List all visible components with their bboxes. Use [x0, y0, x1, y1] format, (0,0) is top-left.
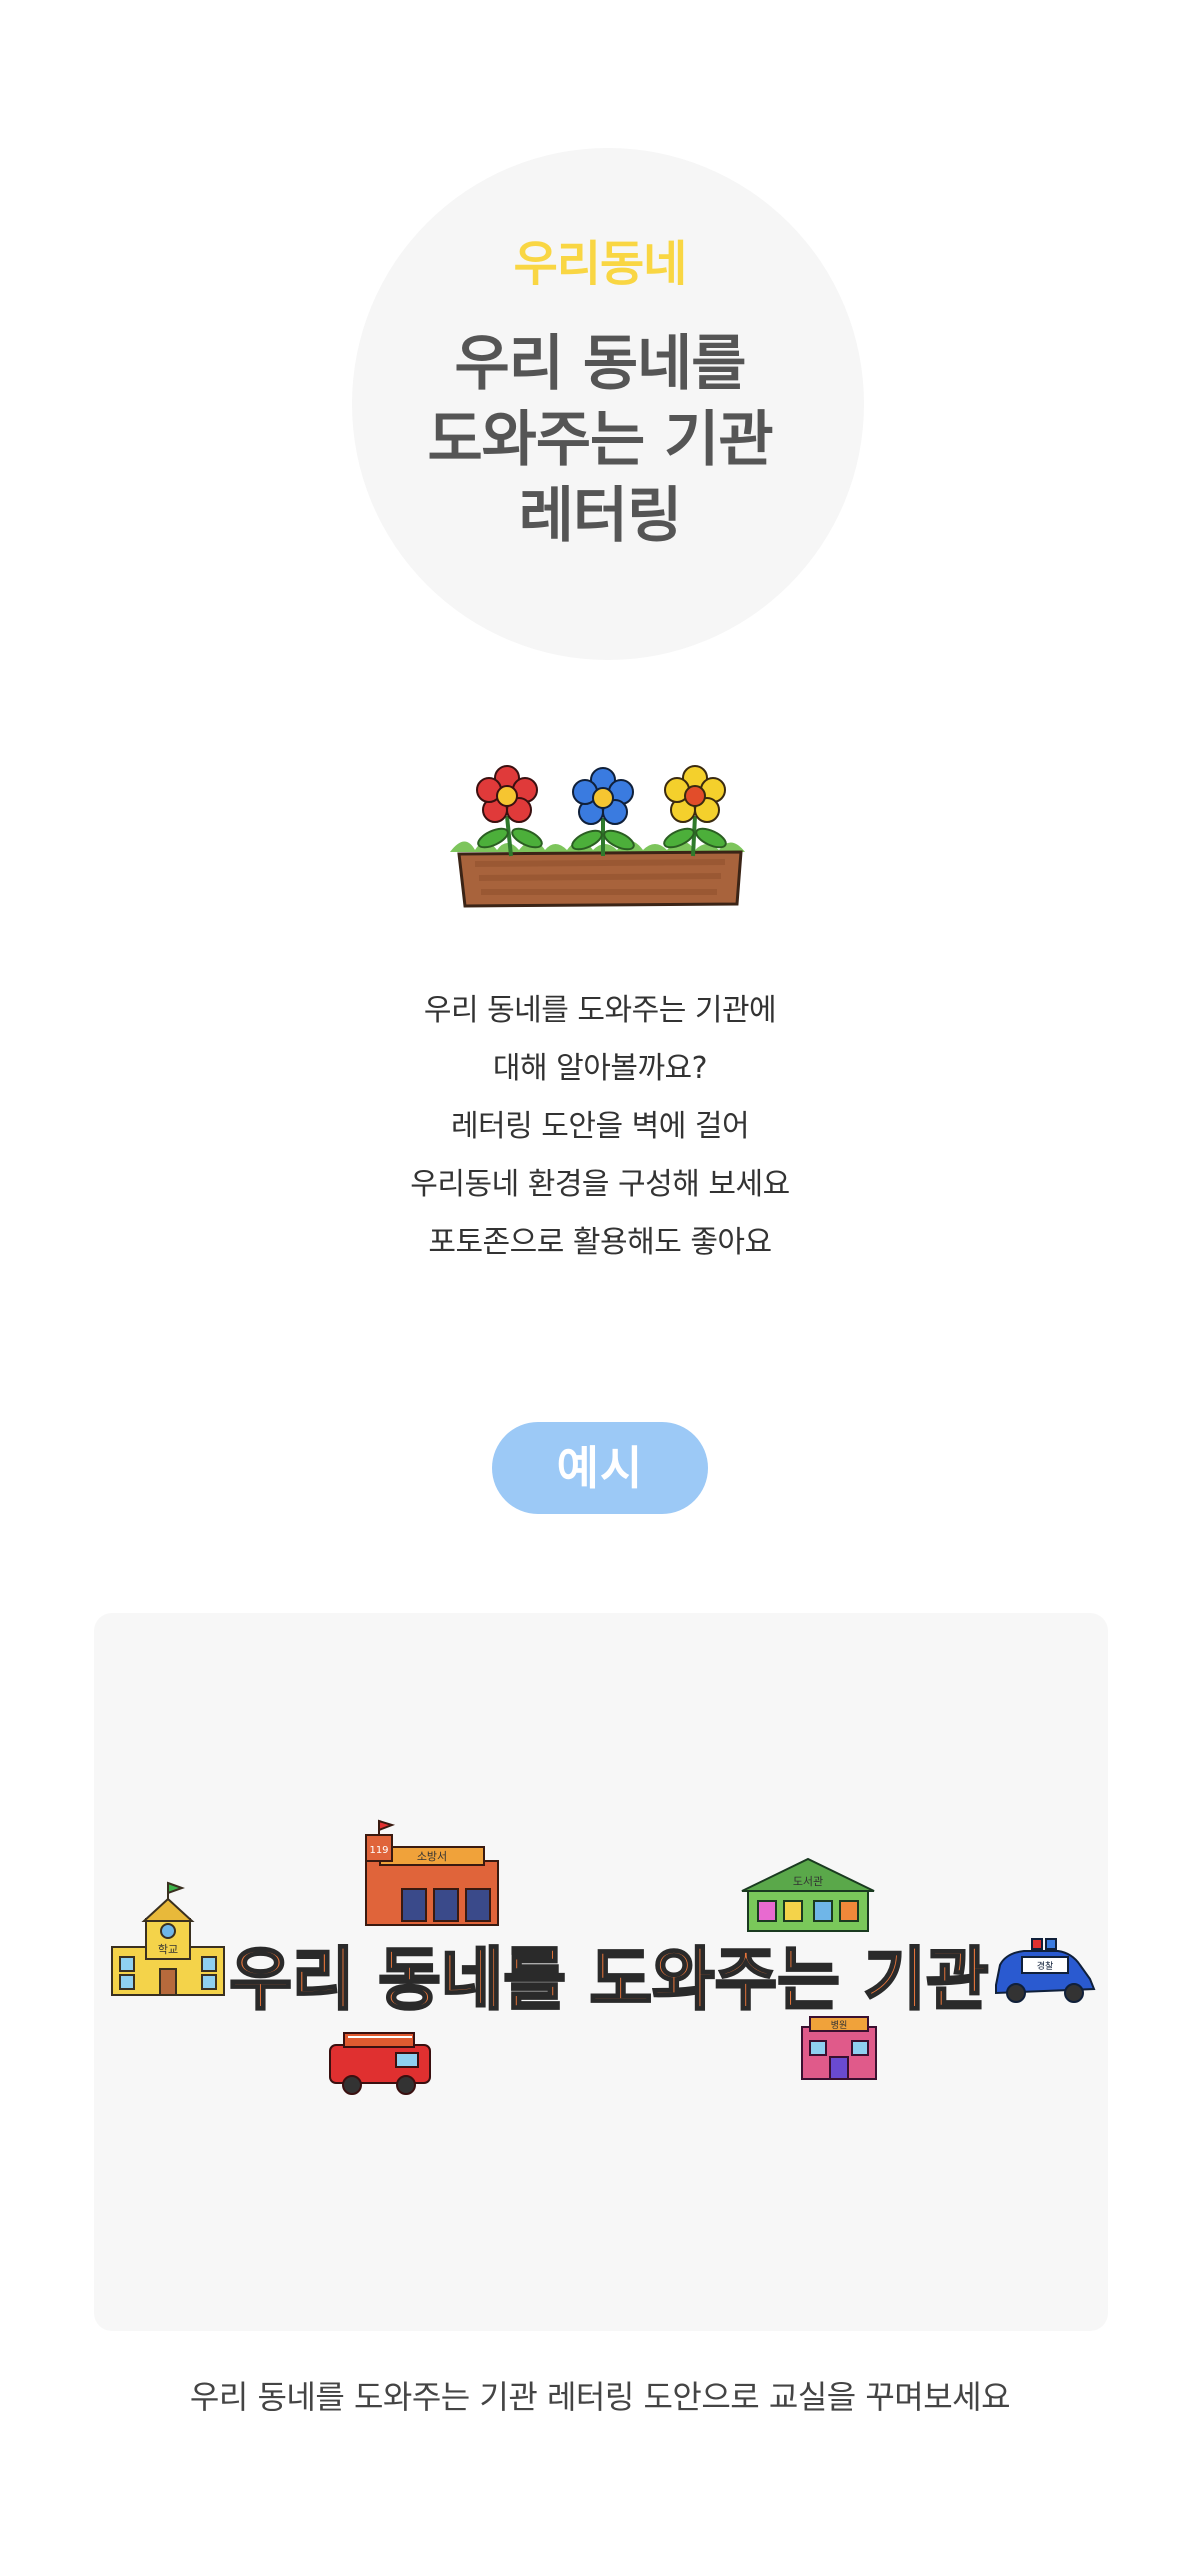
hero-title-line: 레터링 [518, 481, 683, 551]
hero-title-line: 우리 동네를 [454, 329, 747, 399]
library-icon: 도서관 [741, 1857, 875, 1932]
red-flower-icon [476, 765, 538, 823]
fire-station-icon: 119 소방서 [365, 1819, 499, 1926]
police-sign: 경찰 [1037, 1960, 1054, 1972]
hospital-sign: 병원 [831, 2020, 848, 2031]
hero-title-line: 도와주는 기관 [427, 405, 773, 475]
hero-category: 우리동네 [513, 236, 688, 292]
example-panel: 학교 119 소방서 도서관 병원 경찰 우리 동네를 도와주는 기관 [94, 1613, 1108, 2331]
library-sign: 도서관 [793, 1875, 823, 1888]
example-caption: 우리 동네를 도와주는 기관 레터링 도안으로 교실을 꾸며보세요 [189, 2378, 1011, 2416]
fire-truck-icon [329, 2032, 431, 2095]
school-icon: 학교 [111, 1881, 225, 1996]
lettering-text: 우리 동네를 도와주는 기관 [229, 1941, 988, 2020]
fire-station-number: 119 [369, 1845, 388, 1856]
yellow-flower-icon [664, 765, 726, 823]
planter-icon [457, 850, 743, 908]
blue-flower-icon [572, 767, 634, 825]
intro-line: 포토존으로 활용해도 좋아요 [428, 1225, 772, 1260]
flower-box-illustration [450, 765, 745, 908]
intro-line: 우리동네 환경을 구성해 보세요 [410, 1167, 790, 1202]
police-car-icon: 경찰 [995, 1938, 1096, 2003]
lettering-illustration: 학교 119 소방서 도서관 병원 경찰 우리 동네를 도와주는 기관 [111, 1819, 1096, 2095]
hero-title: 우리 동네를 도와주는 기관 레터링 [0, 326, 1200, 554]
intro-line: 레터링 도안을 벽에 걸어 [450, 1109, 750, 1144]
fire-station-sign: 소방서 [417, 1850, 447, 1863]
intro-line: 우리 동네를 도와주는 기관에 [423, 993, 777, 1028]
intro-text: 우리 동네를 도와주는 기관에 대해 알아볼까요? 레터링 도안을 벽에 걸어 … [0, 982, 1200, 1272]
hospital-icon: 병원 [801, 2016, 877, 2080]
intro-line: 대해 알아볼까요? [492, 1051, 708, 1086]
example-label: 예시 [492, 1422, 708, 1514]
school-sign: 학교 [158, 1943, 178, 1956]
